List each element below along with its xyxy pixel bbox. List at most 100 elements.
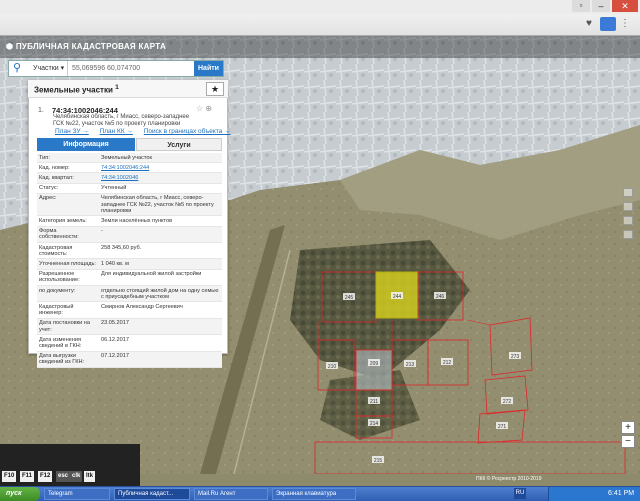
task-onscreen-keyboard[interactable]: Экранная клавиатура	[272, 488, 356, 500]
parcel-label[interactable]: 214	[370, 421, 379, 427]
parcel-label[interactable]: 245	[345, 295, 354, 301]
app-title[interactable]: ⬢ ПУБЛИЧНАЯ КАДАСТРОВАЯ КАРТА	[6, 42, 166, 51]
close-icon[interactable]: ✕	[612, 0, 638, 12]
search-in-bounds-link[interactable]: Поиск в границах объекта →	[144, 128, 231, 135]
item-links: План ЗУ → План КК → Поиск в границах объ…	[55, 128, 231, 135]
task-telegram[interactable]: Telegram	[44, 488, 110, 500]
parcel-label[interactable]: 272	[503, 399, 512, 405]
property-key: Адрес:	[37, 193, 99, 217]
plan-kk-link[interactable]: План КК →	[100, 128, 133, 135]
measure-icon[interactable]	[623, 202, 633, 211]
heart-icon[interactable]: ♥	[586, 18, 592, 29]
parcel-label[interactable]: 209	[370, 361, 379, 367]
key-clk[interactable]: clk	[70, 471, 83, 482]
zoom-in-button[interactable]: +	[621, 421, 635, 434]
browser-tab-strip	[0, 0, 640, 14]
app-title-text: ПУБЛИЧНАЯ КАДАСТРОВАЯ КАРТА	[15, 42, 167, 51]
property-value: 1 040 кв. м	[99, 258, 222, 270]
search-icon[interactable]: ⚲	[10, 62, 24, 76]
property-value-link[interactable]: 74:34:1002046	[101, 175, 138, 181]
logo-icon: ⬢	[6, 42, 16, 51]
task-cadastral-map[interactable]: Публичная кадаст...	[114, 488, 190, 500]
screen: ▫ – ✕ ♥ ⋮ 245 244 246 210 209 213 212 21…	[0, 0, 640, 501]
property-row: Категория земель: Земли населённых пункто…	[37, 215, 222, 227]
favorite-star-icon[interactable]: ★	[206, 82, 224, 96]
share-icon[interactable]	[623, 230, 633, 239]
property-value: отдельно стоящий жилой дом на одну семью…	[99, 285, 222, 303]
property-key: Дата изменения сведений в ГКН:	[37, 334, 99, 352]
parcel-label[interactable]: 244	[393, 294, 402, 300]
property-key: Кадастровый инженер:	[37, 301, 99, 319]
parcel-209[interactable]	[355, 349, 393, 391]
maximize-icon[interactable]: ▫	[572, 0, 590, 12]
property-key: Категория земель:	[37, 215, 99, 227]
tab-info[interactable]: Информация	[37, 138, 135, 151]
search-input[interactable]	[72, 61, 190, 76]
property-value: Учтенный	[99, 183, 222, 194]
property-value-cell: 74:34:1002046:244	[99, 162, 222, 174]
property-row: Кадастровая стоимость: 258 345,60 руб.	[37, 242, 222, 260]
layers-icon[interactable]	[623, 188, 633, 197]
map-copyright: ПКК © Росреестр 2010-2019	[476, 476, 542, 482]
property-row: Статус: Учтенный	[37, 183, 222, 194]
panel-title-text: Земельные участки	[34, 85, 113, 95]
property-row: Дата изменения сведений в ГКН: 06.12.2017	[37, 334, 222, 352]
property-key: Дата постановки на учет:	[37, 318, 99, 336]
property-row: Уточненная площадь: 1 040 кв. м	[37, 258, 222, 270]
property-value-cell: 74:34:1002046	[99, 172, 222, 184]
property-value: 06.12.2017	[99, 334, 222, 352]
item-number: 1.	[38, 107, 44, 114]
property-value: -	[99, 226, 222, 244]
property-key: Уточненная площадь:	[37, 258, 99, 270]
tab-services[interactable]: Услуги	[136, 138, 222, 151]
plan-zu-link[interactable]: План ЗУ →	[55, 128, 89, 135]
print-icon[interactable]	[623, 216, 633, 225]
property-key: по документу:	[37, 285, 99, 303]
property-table: Тип: Земельный участок Кад. номер: 74:34:10…	[37, 153, 222, 369]
minimize-icon[interactable]: –	[592, 0, 610, 12]
item-address: Челябинская область, г Миасс, северо-зап…	[53, 114, 213, 128]
parcel-label[interactable]: 273	[511, 354, 520, 360]
property-row: Кадастровый инженер: Смирнов Александр Се…	[37, 301, 222, 319]
zoom-out-button[interactable]: −	[621, 435, 635, 448]
extension-icon[interactable]	[600, 17, 616, 31]
property-key: Кад. квартал:	[37, 172, 99, 184]
parcel-label[interactable]: 211	[370, 399, 378, 405]
property-row: Тип: Земельный участок	[37, 153, 222, 164]
key-f11[interactable]: F11	[20, 471, 35, 482]
property-value: 07.12.2017	[99, 351, 222, 369]
property-row: Форма собственности: -	[37, 226, 222, 244]
key-ltk[interactable]: ltk	[84, 471, 96, 482]
parcel-label[interactable]: 246	[436, 294, 445, 300]
clock: 6:41 PM	[608, 490, 635, 497]
property-row: Дата выгрузки сведений из ГКН: 07.12.2017	[37, 351, 222, 369]
panel-count: 1	[115, 84, 119, 91]
search-button[interactable]: Найти	[194, 61, 223, 76]
parcel-label[interactable]: 215	[374, 458, 383, 464]
key-f12[interactable]: F12	[38, 471, 53, 482]
property-key: Дата выгрузки сведений из ГКН:	[37, 351, 99, 369]
property-key: Статус:	[37, 183, 99, 194]
key-f10[interactable]: F10	[2, 471, 17, 482]
menu-icon[interactable]: ⋮	[620, 18, 630, 29]
parcel-label[interactable]: 213	[406, 362, 415, 368]
parcel-label[interactable]: 271	[498, 424, 507, 430]
property-row: Кад. номер: 74:34:1002046:244	[37, 162, 222, 174]
item-address-line: Челябинская область, г Миасс, северо-зап…	[53, 114, 190, 120]
property-row: Разрешенное использование: Для индивидуал…	[37, 269, 222, 287]
map-toolbar	[623, 188, 635, 244]
task-mailru-agent[interactable]: Mail.Ru Агент	[194, 488, 268, 500]
parcel-label[interactable]: 212	[443, 360, 452, 366]
property-value: Для индивидуальной жилой застройки	[99, 269, 222, 287]
property-value-link[interactable]: 74:34:1002046:244	[101, 165, 149, 171]
zoom-to-icon[interactable]: ⊕	[205, 104, 212, 113]
parcel-label[interactable]: 210	[328, 364, 337, 370]
property-value: Земли населённых пунктов	[99, 215, 222, 227]
star-outline-icon[interactable]: ☆	[196, 104, 203, 113]
search-type-select[interactable]: Участки ▾	[30, 61, 68, 76]
language-indicator[interactable]: RU	[514, 488, 526, 499]
key-esc[interactable]: esc	[56, 471, 71, 482]
property-key: Разрешенное использование:	[37, 269, 99, 287]
property-value: 23.05.2017	[99, 318, 222, 336]
start-button[interactable]: пуск	[0, 487, 40, 501]
